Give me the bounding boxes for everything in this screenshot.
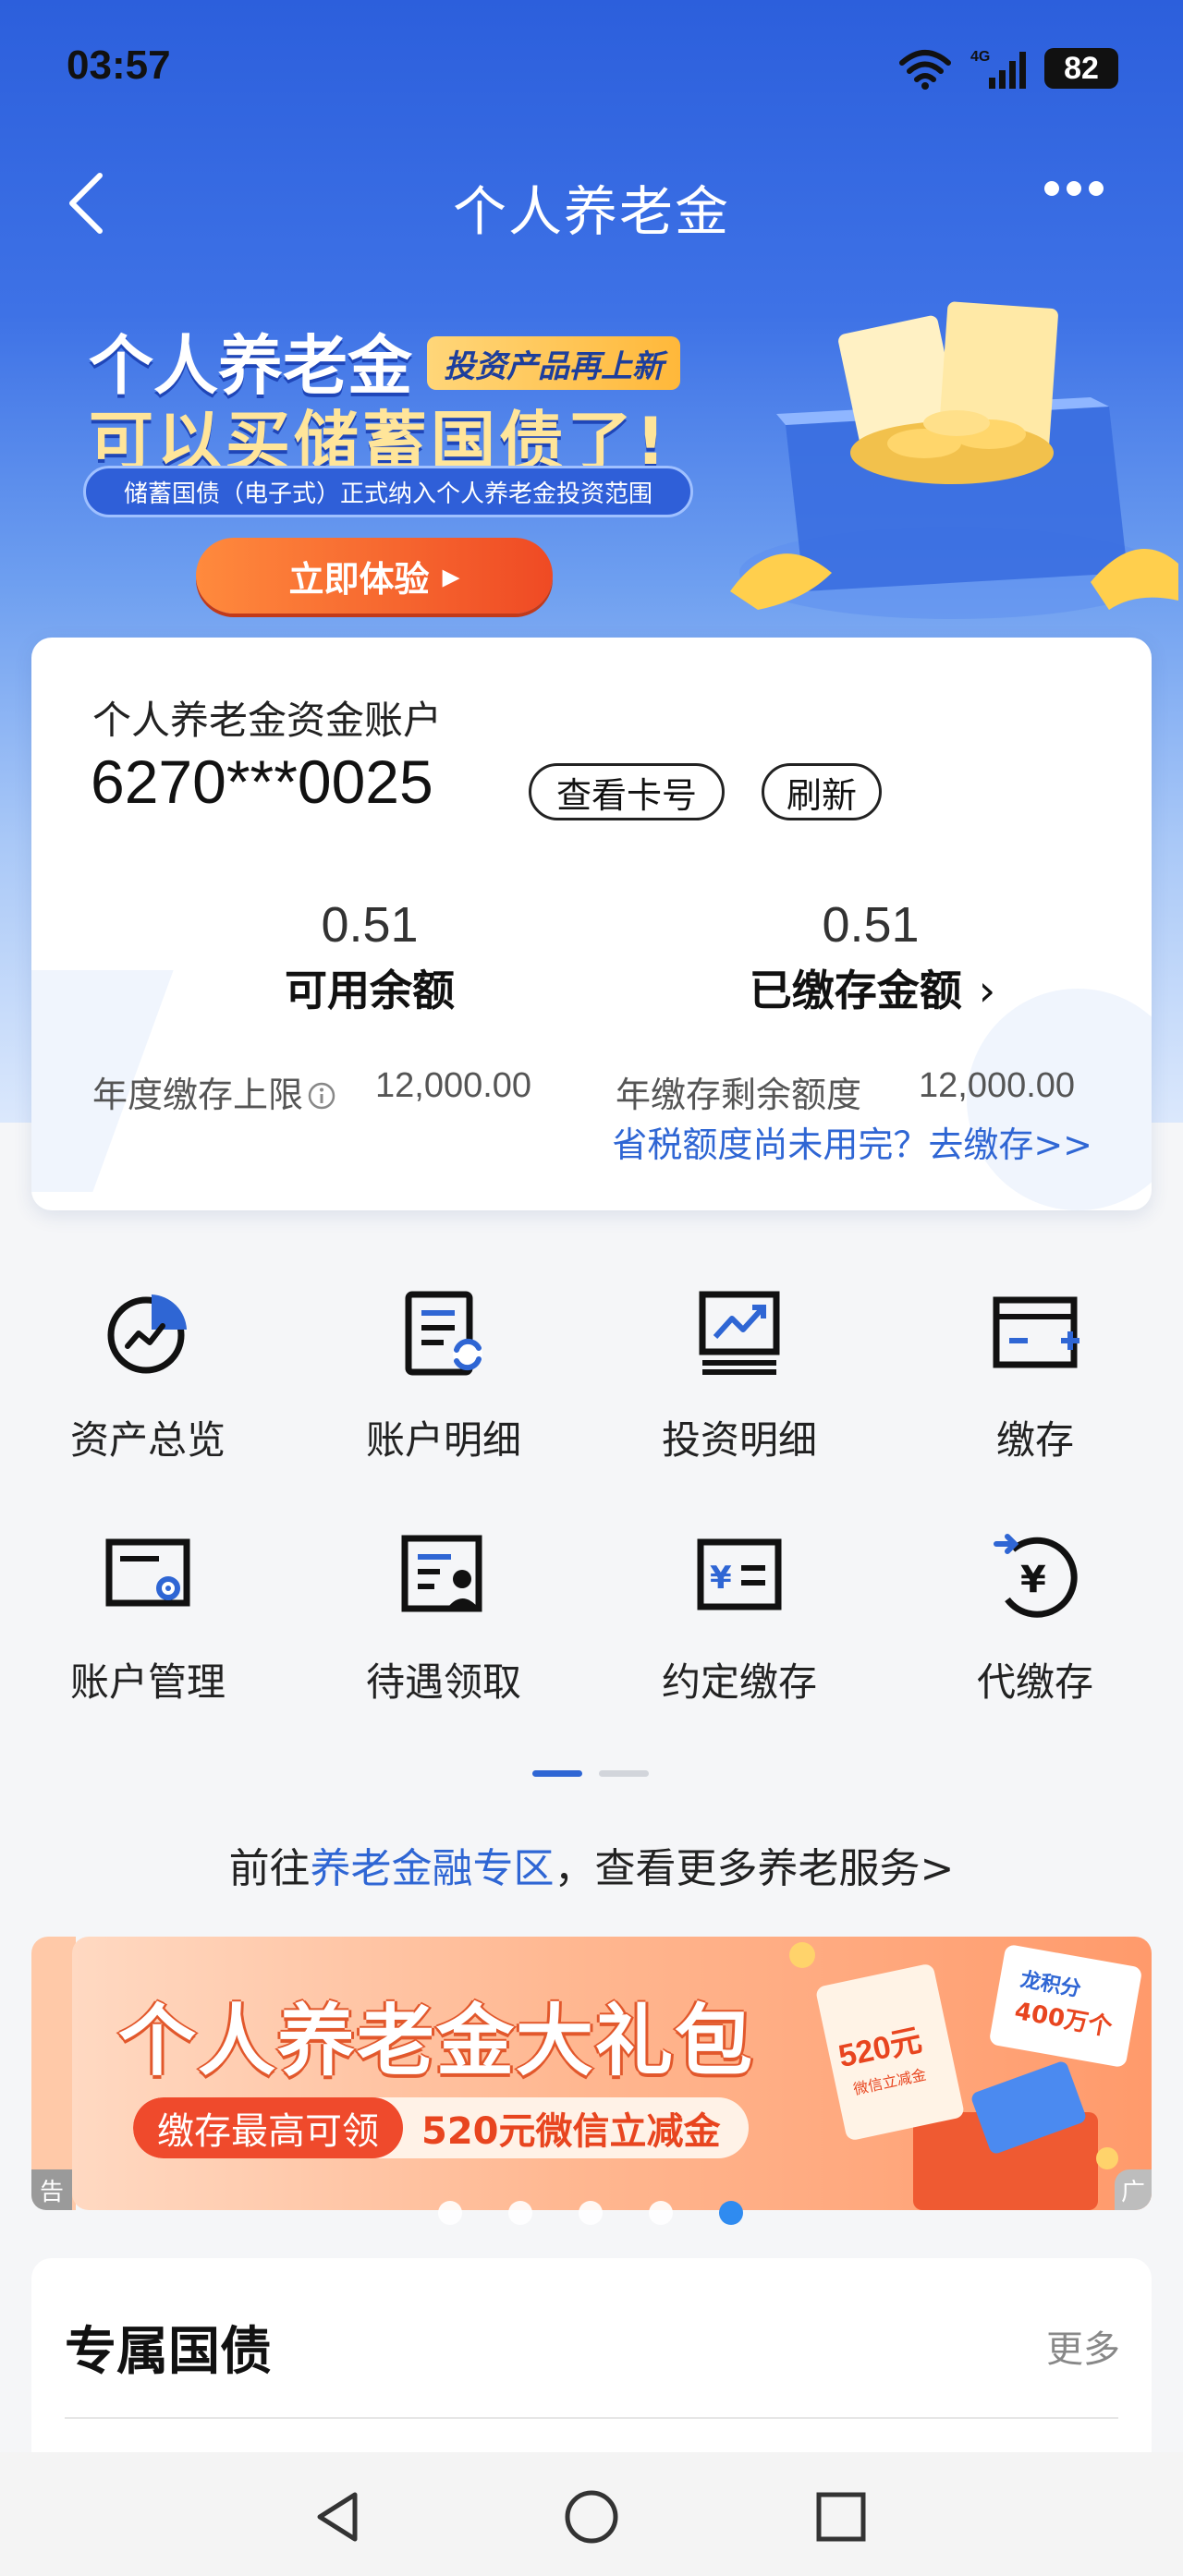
trend-monitor-icon [699, 1291, 780, 1375]
grid-item-deposit[interactable]: 缴存 [887, 1289, 1183, 1492]
ad-dot[interactable] [649, 2201, 673, 2225]
paid-amount-link[interactable]: 已缴存金额 › [678, 957, 1067, 1018]
ad-dot-active[interactable] [719, 2201, 743, 2225]
grid-item-account-management[interactable]: 账户管理 [0, 1531, 296, 1734]
wifi-icon [899, 50, 951, 90]
grid-item-scheduled-deposit[interactable]: ¥ 约定缴存 [592, 1531, 887, 1734]
try-now-button[interactable]: 立即体验 ▸ [196, 538, 553, 614]
grid-item-proxy-deposit[interactable]: ¥ 代缴存 [887, 1531, 1183, 1734]
grid-label-investment-detail: 投资明细 [661, 1417, 817, 1463]
ad-tag: 广 [1115, 2169, 1152, 2210]
promo-prefix: 前往 [228, 1845, 311, 1892]
page-title: 个人养老金 [452, 180, 730, 243]
card-add-icon [993, 1296, 1079, 1368]
paid-amount-label: 已缴存金额 [749, 966, 962, 1015]
grid-label-scheduled-deposit: 约定缴存 [661, 1659, 817, 1705]
exclusive-bonds-section: 专属国债 更多 [31, 2258, 1152, 2480]
page-dot-active [532, 1770, 582, 1777]
view-card-number-button[interactable]: 查看卡号 [529, 763, 725, 820]
coin-box-illustration [730, 301, 1178, 619]
ad-dot[interactable] [438, 2201, 462, 2225]
ad-title: 个人养老金大礼包 [118, 1996, 755, 2086]
paid-amount-value[interactable]: 0.51 [704, 896, 1037, 954]
ad-dot[interactable] [579, 2201, 603, 2225]
recents-square-icon[interactable] [808, 2484, 874, 2550]
pension-zone-link[interactable]: 养老金融专区 [311, 1845, 555, 1892]
try-now-label: 立即体验 [288, 558, 430, 600]
ad-subtitle: 缴存最高可领 520元微信立减金 [133, 2097, 749, 2158]
remaining-quota-value: 12,000.00 [919, 1066, 1076, 1105]
grid-item-account-detail[interactable]: 账户明细 [296, 1289, 592, 1492]
status-time: 03:57 [67, 43, 171, 88]
ad-subtitle-right: 520元微信立减金 [421, 2110, 721, 2153]
document-person-icon [401, 1535, 482, 1612]
available-balance-value: 0.51 [321, 897, 419, 953]
refresh-button[interactable]: 刷新 [762, 763, 882, 820]
tax-quota-link[interactable]: 省税额度尚未用完？去缴存>> [612, 1116, 1092, 1167]
divider [65, 2417, 1118, 2419]
section-title: 专属国债 [65, 2322, 272, 2382]
annual-limit-label: 年度缴存上限 [92, 1066, 344, 1117]
play-arrow-icon: ▸ [442, 555, 460, 596]
signal-icon: 4G [970, 49, 1026, 89]
account-label: 个人养老金资金账户 [92, 698, 443, 743]
ad-subtitle-left: 缴存最高可领 [133, 2097, 403, 2158]
annual-limit-text: 年度缴存上限 [92, 1075, 304, 1115]
battery-indicator: 82 [1044, 48, 1118, 89]
yen-list-icon: ¥ [697, 1538, 782, 1610]
remaining-quota-label: 年缴存剩余额度 [616, 1075, 862, 1115]
grid-label-proxy-deposit: 代缴存 [976, 1659, 1093, 1705]
grid-label-deposit: 缴存 [995, 1417, 1074, 1463]
annual-limit-value: 12,000.00 [375, 1066, 532, 1105]
pension-zone-promo: 前往养老金融专区，查看更多养老服务> [0, 1835, 1183, 1894]
banner-subtitle: 储蓄国债（电子式）正式纳入个人养老金投资范围 [83, 466, 693, 517]
system-navigation-bar [0, 2452, 1183, 2576]
ad-dot[interactable] [508, 2201, 532, 2225]
back-triangle-icon[interactable] [305, 2484, 372, 2550]
svg-text:¥: ¥ [1020, 1559, 1046, 1601]
grid-label-asset-overview: 资产总览 [69, 1417, 226, 1463]
account-number: 6270***0025 [91, 747, 433, 816]
yen-transfer-icon: ¥ [994, 1534, 1078, 1618]
more-dots-icon[interactable] [1044, 181, 1118, 200]
ad-carousel-indicator [438, 2201, 743, 2225]
promo-suffix[interactable]: ，查看更多养老服务> [555, 1845, 955, 1892]
grid-label-account-management: 账户管理 [69, 1659, 226, 1705]
list-refresh-icon [405, 1291, 482, 1376]
pie-chart-icon [107, 1294, 187, 1374]
grid-item-benefit-claim[interactable]: 待遇领取 [296, 1531, 592, 1734]
ad-tag-previous: 告 [31, 2169, 72, 2210]
grid-item-investment-detail[interactable]: 投资明细 [592, 1289, 887, 1492]
chevron-right-icon: › [978, 966, 996, 1015]
home-circle-icon[interactable] [558, 2484, 625, 2550]
status-icons: 4G 82 [896, 43, 1118, 94]
available-balance-label: 可用余额 [285, 966, 455, 1015]
grid-label-benefit-claim: 待遇领取 [365, 1659, 521, 1705]
page-dot [599, 1770, 649, 1777]
grid-page-indicator [532, 1770, 649, 1777]
grid-item-asset-overview[interactable]: 资产总览 [0, 1289, 296, 1492]
network-type-text: 4G [970, 49, 990, 65]
gift-coupon-illustration: 520元 微信立减金 龙积分 400万个 [789, 1942, 1141, 2210]
info-icon[interactable] [307, 1081, 336, 1111]
card-settings-icon [105, 1538, 190, 1607]
svg-text:¥: ¥ [710, 1560, 732, 1597]
account-card: 个人养老金资金账户 6270***0025 查看卡号 刷新 0.51 可用余额 … [31, 638, 1152, 1210]
gift-pack-ad-banner[interactable]: 个人养老金大礼包 缴存最高可领 520元微信立减金 520元 微信立减金 龙积分… [72, 1937, 1152, 2210]
grid-label-account-detail: 账户明细 [365, 1417, 521, 1463]
banner-badge: 投资产品再上新 [427, 336, 680, 390]
section-more-link[interactable]: 更多 [1046, 2319, 1120, 2373]
